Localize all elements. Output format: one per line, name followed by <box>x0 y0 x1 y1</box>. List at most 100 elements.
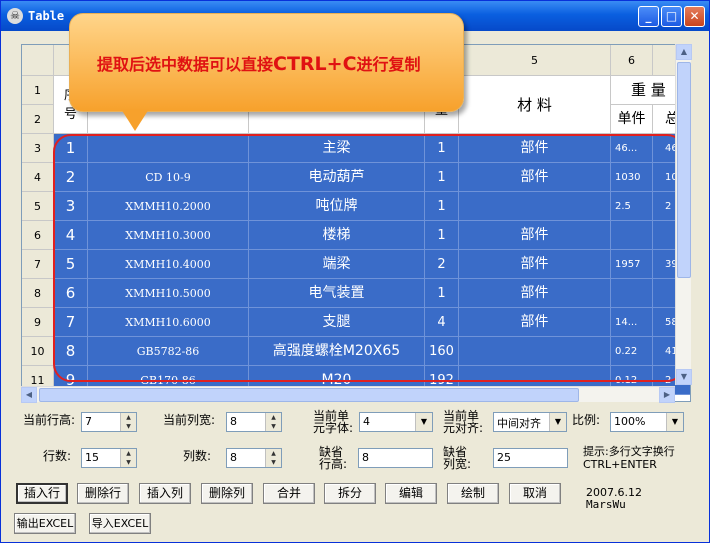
spin-up-icon[interactable]: ▲ <box>266 413 281 422</box>
grid-cell-seq[interactable]: 8 <box>54 337 88 366</box>
draw-button[interactable]: 绘制 <box>447 483 499 504</box>
import-excel-button[interactable]: 导入EXCEL <box>89 513 151 534</box>
spin-down-icon[interactable]: ▼ <box>121 458 136 467</box>
grid-cell-material[interactable] <box>459 337 611 366</box>
grid-cell-name[interactable]: 主梁 <box>249 134 425 163</box>
row-height-value[interactable]: 7 <box>85 415 92 428</box>
font-value[interactable]: 4 <box>363 415 370 428</box>
grid-cell-seq[interactable]: 3 <box>54 192 88 221</box>
grid-cell-unit[interactable]: 14... <box>611 308 653 337</box>
grid-cell-qty[interactable]: 4 <box>425 308 459 337</box>
header-unit-weight[interactable]: 单件 <box>611 105 653 134</box>
split-button[interactable]: 拆分 <box>324 483 376 504</box>
delete-row-button[interactable]: 删除行 <box>77 483 129 504</box>
grid-cell-name[interactable]: 吨位牌 <box>249 192 425 221</box>
scroll-right-icon[interactable]: ▶ <box>659 387 675 403</box>
cols-value[interactable]: 8 <box>230 451 237 464</box>
grid-cell-material[interactable]: 部件 <box>459 279 611 308</box>
grid-cell-material[interactable]: 部件 <box>459 250 611 279</box>
chevron-down-icon[interactable]: ▼ <box>666 413 683 431</box>
grid-cell-code[interactable]: XMMH10.2000 <box>88 192 249 221</box>
row-height-spinner[interactable]: 7 ▲ ▼ <box>81 412 137 432</box>
grid-cell-unit[interactable]: 1957 <box>611 250 653 279</box>
scale-select[interactable]: 100% ▼ <box>610 412 684 432</box>
row-header[interactable]: 1 <box>22 76 54 105</box>
spin-up-icon[interactable]: ▲ <box>121 449 136 458</box>
grid-cell-seq[interactable]: 2 <box>54 163 88 192</box>
col-width-spinner[interactable]: 8 ▲ ▼ <box>226 412 282 432</box>
grid-cell-unit[interactable]: 46... <box>611 134 653 163</box>
corner-cell[interactable] <box>22 45 54 76</box>
row-header[interactable]: 4 <box>22 163 54 192</box>
grid-cell-material[interactable]: 部件 <box>459 134 611 163</box>
grid-cell-material[interactable]: 部件 <box>459 221 611 250</box>
horizontal-scroll-thumb[interactable] <box>39 388 579 402</box>
chevron-down-icon[interactable]: ▼ <box>415 413 432 431</box>
grid-cell-qty[interactable]: 160 <box>425 337 459 366</box>
column-header-5[interactable]: 5 <box>459 45 611 76</box>
row-header[interactable]: 2 <box>22 105 54 134</box>
insert-col-button[interactable]: 插入列 <box>139 483 191 504</box>
font-select[interactable]: 4 ▼ <box>359 412 433 432</box>
default-col-width-input[interactable]: 25 <box>493 448 568 468</box>
grid-cell-code[interactable]: XMMH10.6000 <box>88 308 249 337</box>
grid-cell-unit[interactable] <box>611 279 653 308</box>
grid-cell-unit[interactable]: 1030 <box>611 163 653 192</box>
scale-value[interactable]: 100% <box>614 415 645 428</box>
grid-cell-seq[interactable]: 7 <box>54 308 88 337</box>
grid-cell-name[interactable]: 电气装置 <box>249 279 425 308</box>
close-button[interactable]: ✕ <box>684 6 705 27</box>
grid-cell-unit[interactable]: 0.22 <box>611 337 653 366</box>
align-select[interactable]: 中间对齐 ▼ <box>493 412 567 432</box>
grid-cell-seq[interactable]: 5 <box>54 250 88 279</box>
spin-down-icon[interactable]: ▼ <box>121 422 136 431</box>
row-header[interactable]: 7 <box>22 250 54 279</box>
row-header[interactable]: 8 <box>22 279 54 308</box>
grid-cell-name[interactable]: 高强度螺栓M20X65 <box>249 337 425 366</box>
scroll-left-icon[interactable]: ◀ <box>21 387 37 403</box>
spin-up-icon[interactable]: ▲ <box>266 449 281 458</box>
vertical-scrollbar[interactable]: ▲ ▼ <box>675 44 692 385</box>
chevron-down-icon[interactable]: ▼ <box>549 413 566 431</box>
scroll-up-icon[interactable]: ▲ <box>676 44 692 60</box>
maximize-button[interactable]: □ <box>661 6 682 27</box>
grid-cell-unit[interactable]: 2.5 <box>611 192 653 221</box>
grid-cell-code[interactable]: XMMH10.4000 <box>88 250 249 279</box>
row-header[interactable]: 3 <box>22 134 54 163</box>
grid-cell-qty[interactable]: 1 <box>425 134 459 163</box>
rows-spinner[interactable]: 15 ▲ ▼ <box>81 448 137 468</box>
grid-cell-qty[interactable]: 2 <box>425 250 459 279</box>
grid-cell-qty[interactable]: 1 <box>425 192 459 221</box>
default-row-height-input[interactable]: 8 <box>358 448 433 468</box>
row-header[interactable]: 10 <box>22 337 54 366</box>
grid-cell-code[interactable]: XMMH10.3000 <box>88 221 249 250</box>
horizontal-scrollbar[interactable]: ◀ ▶ <box>21 386 675 403</box>
vertical-scroll-thumb[interactable] <box>677 62 691 278</box>
grid-cell-name[interactable]: 支腿 <box>249 308 425 337</box>
insert-row-button[interactable]: 插入行 <box>16 483 68 504</box>
row-header[interactable]: 6 <box>22 221 54 250</box>
grid-cell-seq[interactable]: 4 <box>54 221 88 250</box>
cancel-button[interactable]: 取消 <box>509 483 561 504</box>
grid-cell-seq[interactable]: 1 <box>54 134 88 163</box>
grid-cell-code[interactable] <box>88 134 249 163</box>
grid-cell-qty[interactable]: 1 <box>425 163 459 192</box>
align-value[interactable]: 中间对齐 <box>497 415 541 431</box>
spin-down-icon[interactable]: ▼ <box>266 422 281 431</box>
spin-down-icon[interactable]: ▼ <box>266 458 281 467</box>
minimize-button[interactable]: _ <box>638 6 659 27</box>
grid-cell-material[interactable]: 部件 <box>459 308 611 337</box>
row-header[interactable]: 5 <box>22 192 54 221</box>
header-material[interactable]: 材 料 <box>459 76 611 134</box>
grid-cell-qty[interactable]: 1 <box>425 279 459 308</box>
scroll-down-icon[interactable]: ▼ <box>676 369 692 385</box>
delete-col-button[interactable]: 删除列 <box>201 483 253 504</box>
merge-button[interactable]: 合并 <box>263 483 315 504</box>
grid-cell-name[interactable]: 电动葫芦 <box>249 163 425 192</box>
edit-button[interactable]: 编辑 <box>385 483 437 504</box>
grid-cell-name[interactable]: 端梁 <box>249 250 425 279</box>
spin-up-icon[interactable]: ▲ <box>121 413 136 422</box>
grid-cell-material[interactable] <box>459 192 611 221</box>
grid-cell-seq[interactable]: 6 <box>54 279 88 308</box>
col-width-value[interactable]: 8 <box>230 415 237 428</box>
